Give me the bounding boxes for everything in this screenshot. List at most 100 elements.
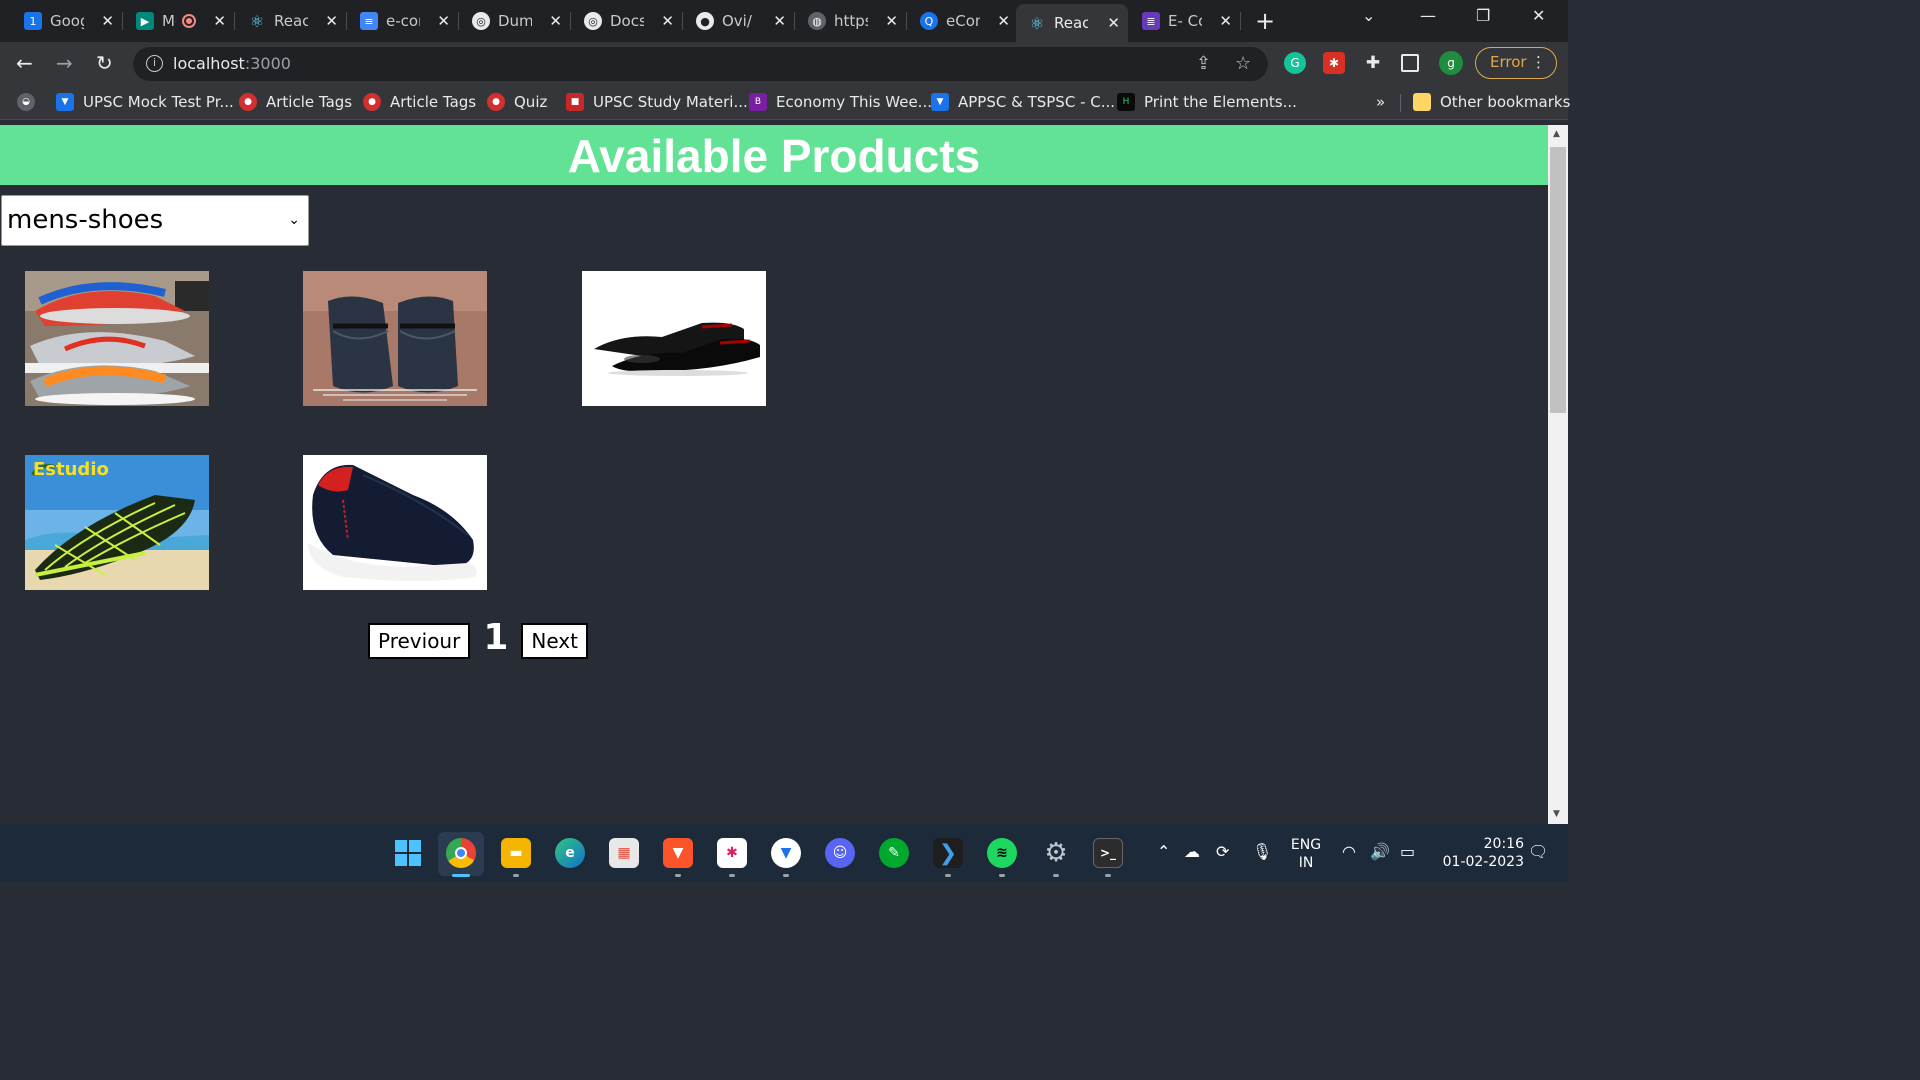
tab-strip: 1 Google ✕ ▶ Meet ✕ ⚛ React App ✕ ≡ e-co… (0, 0, 1568, 42)
close-icon[interactable]: ✕ (213, 12, 226, 30)
bookmark-article-tags-2[interactable]: ● Article Tags (363, 93, 476, 111)
clock-date: 01-02-2023 (1442, 854, 1524, 870)
tab-meet[interactable]: ▶ Meet ✕ (124, 6, 234, 36)
file-explorer-icon[interactable]: ▬ (501, 838, 531, 868)
tab-dummy[interactable]: ◎ Dummy ✕ (460, 6, 570, 36)
minimize-icon[interactable]: — (1420, 6, 1436, 25)
reload-icon[interactable]: ↻ (96, 51, 113, 75)
windows-start-icon[interactable] (393, 838, 423, 868)
tab-ecom[interactable]: Q eCom ✕ (908, 6, 1018, 36)
bookmarks-overflow-button[interactable]: » (1376, 93, 1385, 111)
vscode-icon[interactable]: ❯ (933, 838, 963, 868)
slack-icon[interactable]: ✱ (717, 838, 747, 868)
scrollbar-thumb[interactable] (1550, 147, 1566, 413)
meet-icon: ▶ (136, 12, 154, 30)
window-close-icon[interactable]: ✕ (1532, 6, 1545, 25)
page-scrollbar[interactable]: ▲ ▼ (1548, 125, 1568, 824)
category-select[interactable]: mens-shoes ⌄ (1, 195, 309, 246)
clock[interactable]: 20:16 01-02-2023 (1432, 835, 1524, 871)
bookmark-star-icon[interactable]: ☆ (1235, 53, 1251, 74)
apps-icon[interactable]: ◒ (17, 93, 35, 111)
overflow-chevron-icon: » (1376, 93, 1386, 111)
windows-taskbar: ▬ e ▦ ▼ ✱ ▼ ☺ ✎ ❯ ≋ ⚙ >_ ⌃ ☁ ⟳ 🎙 ENG IN … (0, 824, 1568, 882)
tab-google[interactable]: 1 Google ✕ (12, 6, 122, 36)
close-icon[interactable]: ✕ (325, 12, 338, 30)
close-icon[interactable]: ✕ (1219, 12, 1232, 30)
tray-chevron-up-icon[interactable]: ⌃ (1157, 842, 1170, 861)
microphone-icon[interactable]: 🎙 (1252, 842, 1272, 861)
evernote-icon[interactable]: ✎ (879, 838, 909, 868)
tab-e-co-forms[interactable]: ≣ E- Co ✕ (1130, 6, 1240, 36)
close-icon[interactable]: ✕ (1107, 14, 1120, 32)
tab-e-commerce[interactable]: ≡ e-commerce ✕ (348, 6, 458, 36)
product-card-loafers[interactable] (303, 271, 487, 406)
product-card-sneakers[interactable] (25, 271, 209, 406)
volume-icon[interactable]: 🔊 (1370, 842, 1390, 861)
extension-bug-icon[interactable]: ✱ (1323, 52, 1345, 74)
brave-icon[interactable]: ▼ (663, 838, 693, 868)
bookmark-upsc-study[interactable]: ■ UPSC Study Materi... (566, 93, 748, 111)
url-text[interactable]: localhost:3000 (173, 54, 291, 73)
restore-icon[interactable]: ❐ (1476, 6, 1490, 25)
tab-title: Docs (610, 12, 644, 30)
settings-icon[interactable]: ⚙ (1041, 838, 1071, 868)
store-icon[interactable]: ▦ (609, 838, 639, 868)
extensions-puzzle-icon[interactable]: ✚ (1362, 52, 1384, 74)
close-icon[interactable]: ✕ (661, 12, 674, 30)
close-icon[interactable]: ✕ (437, 12, 450, 30)
wifi-icon[interactable]: ◠ (1342, 842, 1356, 861)
scroll-up-arrow-icon[interactable]: ▲ (1553, 129, 1560, 139)
product-card-oxford[interactable] (582, 271, 766, 406)
spotify-icon[interactable]: ≋ (987, 838, 1017, 868)
previous-button[interactable]: Previour (368, 623, 471, 659)
new-tab-plus-icon[interactable]: + (1255, 7, 1275, 35)
bookmark-upsc-mock[interactable]: ▼ UPSC Mock Test Pr... (56, 93, 234, 111)
sync-icon[interactable]: ⟳ (1216, 842, 1229, 861)
edge-icon[interactable]: e (555, 838, 585, 868)
water-shoes-image: Estudio (25, 455, 209, 590)
testbook-icon[interactable]: ▼ (771, 838, 801, 868)
next-button[interactable]: Next (521, 623, 588, 659)
bookmark-appsc[interactable]: ▼ APPSC & TSPSC - C... (931, 93, 1115, 111)
discord-icon[interactable]: ☺ (825, 838, 855, 868)
other-bookmarks[interactable]: ▬ Other bookmarks (1413, 93, 1570, 111)
site-info-icon[interactable]: i (146, 55, 163, 72)
forms-icon: ≣ (1142, 12, 1160, 30)
product-card-water-shoes[interactable]: Estudio (25, 455, 209, 590)
profile-initial: g (1447, 56, 1455, 70)
bookmark-article-tags-1[interactable]: ● Article Tags (239, 93, 352, 111)
tab-docs[interactable]: ◎ Docs ✕ (572, 6, 682, 36)
tab-react-active[interactable]: ⚛ React ✕ (1016, 4, 1128, 42)
grammarly-icon[interactable]: G (1284, 52, 1306, 74)
language-indicator[interactable]: ENG IN (1288, 836, 1324, 872)
tab-react-app[interactable]: ⚛ React App ✕ (236, 6, 346, 36)
back-arrow-icon[interactable]: ← (16, 51, 33, 75)
tab-https[interactable]: ◍ https ✕ (796, 6, 906, 36)
share-icon[interactable]: ⇪ (1196, 53, 1211, 74)
close-icon[interactable]: ✕ (549, 12, 562, 30)
recording-icon (182, 14, 196, 28)
notifications-icon[interactable]: 🗨 (1528, 842, 1548, 861)
tab-search-chevron-icon[interactable]: ⌄ (1362, 6, 1375, 25)
close-icon[interactable]: ✕ (997, 12, 1010, 30)
product-card-slip-on[interactable] (303, 455, 487, 590)
close-icon[interactable]: ✕ (885, 12, 898, 30)
scroll-down-arrow-icon[interactable]: ▼ (1553, 809, 1560, 819)
terminal-icon[interactable]: >_ (1093, 838, 1123, 868)
profile-avatar[interactable]: g (1439, 51, 1463, 75)
onedrive-error-icon[interactable]: ☁ (1184, 842, 1200, 861)
error-button[interactable]: Error ⋮ (1475, 47, 1557, 79)
language-code: ENG (1290, 837, 1322, 853)
close-icon[interactable]: ✕ (773, 12, 786, 30)
bookmark-print-elements[interactable]: H Print the Elements... (1117, 93, 1297, 111)
github-icon: ● (696, 12, 714, 30)
battery-icon[interactable]: ▭ (1400, 842, 1415, 861)
side-panel-icon[interactable] (1401, 54, 1419, 72)
bookmark-economy[interactable]: B Economy This Wee... (749, 93, 932, 111)
forward-arrow-icon[interactable]: → (56, 51, 73, 75)
close-icon[interactable]: ✕ (101, 12, 114, 30)
tab-github[interactable]: ● Ovi/ ✕ (684, 6, 794, 36)
address-bar[interactable]: i localhost:3000 ⇪ ☆ (133, 47, 1268, 81)
chrome-icon[interactable] (446, 838, 476, 868)
bookmark-quiz[interactable]: ● Quiz (487, 93, 547, 111)
